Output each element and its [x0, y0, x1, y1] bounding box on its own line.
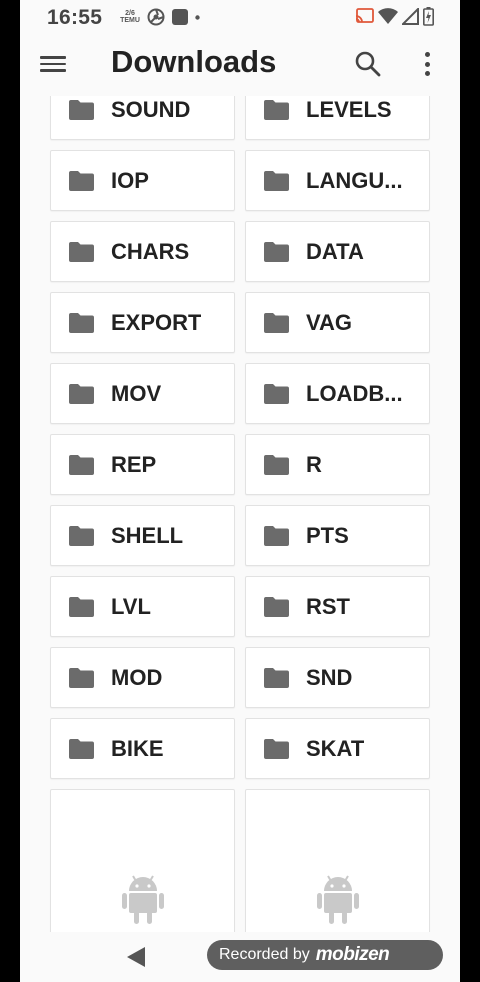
folder-tile[interactable]: SKAT: [245, 718, 430, 779]
folder-icon: [264, 383, 289, 404]
folder-icon: [264, 596, 289, 617]
folder-icon: [264, 667, 289, 688]
folder-icon: [69, 383, 94, 404]
folder-tile[interactable]: LOADB...: [245, 363, 430, 424]
folder-icon: [264, 738, 289, 759]
folder-label: MOV: [111, 380, 162, 406]
signal-icon: [402, 8, 419, 25]
folder-tile[interactable]: MOV: [50, 363, 235, 424]
folder-tile[interactable]: DATA: [245, 221, 430, 282]
folder-icon: [69, 454, 94, 475]
folder-icon: [264, 525, 289, 546]
folder-label: DATA: [306, 238, 364, 264]
folder-tile[interactable]: IOP: [50, 150, 235, 211]
status-left-icons: 2/6 TEMU: [119, 8, 200, 26]
folder-label: R: [306, 451, 322, 477]
folder-tile[interactable]: PTS: [245, 505, 430, 566]
folder-label: SOUND: [111, 96, 191, 122]
folder-label: IOP: [111, 167, 149, 193]
app-bar: Downloads: [20, 34, 460, 96]
dot-icon: [195, 14, 200, 20]
android-icon: [316, 875, 359, 924]
folder-icon: [264, 170, 289, 191]
folder-label: LVL: [111, 593, 151, 619]
folder-label: SKAT: [306, 735, 365, 761]
navigation-bar: Recorded by mobizen: [20, 932, 460, 982]
folder-tile[interactable]: LANGU...: [245, 150, 430, 211]
folder-tile[interactable]: CHARS: [50, 221, 235, 282]
screen: 16:55 2/6 TEMU Downloads SOUND LEVELS IO…: [20, 0, 460, 982]
folder-icon: [69, 596, 94, 617]
folder-label: LOADB...: [306, 380, 403, 406]
folder-label: RST: [306, 593, 350, 619]
folder-label: LEVELS: [306, 96, 392, 122]
status-time: 16:55: [47, 6, 103, 29]
folder-label: SHELL: [111, 522, 184, 548]
folder-label: REP: [111, 451, 157, 477]
folder-icon: [69, 241, 94, 262]
folder-tile[interactable]: BIKE: [50, 718, 235, 779]
folder-icon: [264, 99, 289, 120]
folder-tile[interactable]: REP: [50, 434, 235, 495]
folder-label: LANGU...: [306, 167, 403, 193]
folder-label: SND: [306, 664, 353, 690]
folder-label: PTS: [306, 522, 349, 548]
square-app-icon: [172, 9, 188, 25]
folder-icon: [69, 312, 94, 333]
file-tile[interactable]: [50, 789, 235, 932]
watermark-brand-logo: mobizen: [315, 944, 390, 965]
folder-label: CHARS: [111, 238, 190, 264]
folder-tile[interactable]: R: [245, 434, 430, 495]
page-title: Downloads: [111, 44, 277, 79]
settings-icon: [147, 8, 165, 26]
battery-icon: [423, 7, 434, 26]
folder-tile[interactable]: EXPORT: [50, 292, 235, 353]
folder-label: BIKE: [111, 735, 164, 761]
folder-tile[interactable]: SND: [245, 647, 430, 708]
android-icon: [121, 875, 164, 924]
more-vert-icon[interactable]: [420, 49, 434, 79]
folder-tile[interactable]: LEVELS: [245, 96, 430, 140]
recording-watermark: Recorded by mobizen: [207, 940, 443, 970]
file-grid: SOUND LEVELS IOP LANGU... CHARS DATA EXPORT VAG…: [50, 96, 430, 932]
folder-icon: [264, 312, 289, 333]
folder-tile[interactable]: SOUND: [50, 96, 235, 140]
status-bar: 16:55 2/6 TEMU: [20, 0, 460, 34]
search-icon[interactable]: [354, 50, 382, 78]
wifi-icon: [378, 8, 398, 24]
cast-icon: [355, 8, 374, 23]
folder-icon: [69, 525, 94, 546]
folder-label: MOD: [111, 664, 163, 690]
folder-icon: [69, 667, 94, 688]
back-triangle-icon[interactable]: [126, 946, 146, 968]
folder-icon: [69, 99, 94, 120]
folder-tile[interactable]: VAG: [245, 292, 430, 353]
folder-label: EXPORT: [111, 309, 202, 335]
hamburger-menu-icon[interactable]: [40, 52, 66, 76]
folder-tile[interactable]: LVL: [50, 576, 235, 637]
status-right-icons: [355, 7, 434, 26]
folder-icon: [264, 454, 289, 475]
folder-tile[interactable]: MOD: [50, 647, 235, 708]
folder-icon: [69, 738, 94, 759]
folder-tile[interactable]: RST: [245, 576, 430, 637]
folder-icon: [264, 241, 289, 262]
file-grid-scroll[interactable]: SOUND LEVELS IOP LANGU... CHARS DATA EXPORT VAG…: [20, 96, 460, 932]
watermark-recorded-text: Recorded by: [219, 946, 310, 963]
folder-label: VAG: [306, 309, 353, 335]
file-tile[interactable]: [245, 789, 430, 932]
folder-tile[interactable]: SHELL: [50, 505, 235, 566]
folder-icon: [69, 170, 94, 191]
data-usage-icon: 2/6 TEMU: [120, 10, 140, 24]
